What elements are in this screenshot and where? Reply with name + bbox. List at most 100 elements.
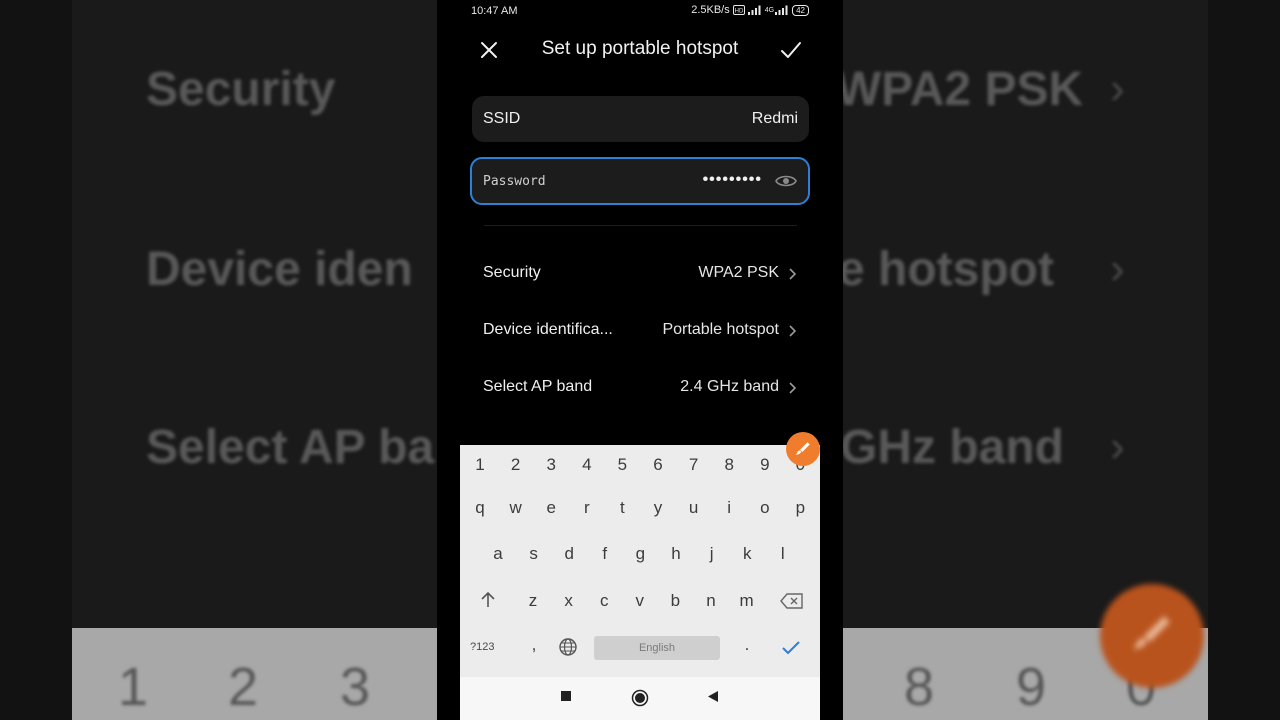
ap-band-value: 2.4 GHz band bbox=[680, 378, 779, 395]
status-time: 10:47 AM bbox=[471, 5, 518, 17]
ap-band-label: Select AP band bbox=[483, 378, 593, 395]
network-type: 4G bbox=[764, 6, 775, 14]
space-bar[interactable]: English bbox=[594, 636, 720, 660]
key-f[interactable]: f bbox=[591, 544, 619, 564]
key-3[interactable]: 3 bbox=[537, 455, 565, 475]
password-field[interactable]: Password ••••••••• bbox=[470, 157, 810, 205]
key-s[interactable]: s bbox=[520, 544, 548, 564]
brush-icon bbox=[796, 442, 810, 455]
key-m[interactable]: m bbox=[733, 591, 761, 611]
shift-arrow-icon[interactable] bbox=[479, 591, 497, 609]
comma-key[interactable]: , bbox=[520, 635, 548, 655]
security-setting-row[interactable]: Security WPA2 PSK bbox=[472, 254, 809, 294]
key-r[interactable]: r bbox=[573, 498, 601, 518]
ssid-label: SSID bbox=[483, 110, 521, 127]
backdrop-device-value: e hotspot bbox=[838, 243, 1054, 296]
enter-check-icon[interactable] bbox=[782, 641, 800, 655]
soft-keyboard: 1234567890qwertyuiopasdfghjklzxcvbnm ?12… bbox=[460, 445, 820, 677]
battery-indicator: 42 bbox=[792, 4, 809, 16]
device-identification-label: Device identifica... bbox=[483, 321, 613, 338]
backdrop-number: 9 bbox=[1016, 657, 1047, 717]
key-q[interactable]: q bbox=[466, 498, 494, 518]
volte-icon: HD bbox=[732, 5, 745, 15]
key-d[interactable]: d bbox=[555, 544, 583, 564]
status-indicators: 2.5KB/s HD 4G 42 bbox=[691, 4, 809, 16]
backspace-icon[interactable] bbox=[780, 593, 804, 609]
backdrop-brush-fab bbox=[1100, 584, 1204, 688]
backdrop-number: 2 bbox=[228, 657, 259, 717]
key-k[interactable]: k bbox=[733, 544, 761, 564]
chevron-right-icon bbox=[789, 382, 796, 394]
key-z[interactable]: z bbox=[519, 591, 547, 611]
home-circle-icon[interactable] bbox=[631, 689, 649, 707]
backdrop-security-label: Security bbox=[146, 63, 336, 116]
key-b[interactable]: b bbox=[661, 591, 689, 611]
key-9[interactable]: 9 bbox=[751, 455, 779, 475]
key-t[interactable]: t bbox=[608, 498, 636, 518]
security-label: Security bbox=[483, 264, 541, 281]
password-value: ••••••••• bbox=[702, 171, 762, 188]
key-1[interactable]: 1 bbox=[466, 455, 494, 475]
key-h[interactable]: h bbox=[662, 544, 690, 564]
backdrop-number: 1 bbox=[118, 657, 149, 717]
key-y[interactable]: y bbox=[644, 498, 672, 518]
key-a[interactable]: a bbox=[484, 544, 512, 564]
backdrop-number: 3 bbox=[340, 657, 371, 717]
key-w[interactable]: w bbox=[502, 498, 530, 518]
key-4[interactable]: 4 bbox=[573, 455, 601, 475]
navigation-bar bbox=[460, 677, 820, 720]
confirm-check-icon[interactable] bbox=[779, 38, 803, 62]
backdrop-chevron-icon: › bbox=[1110, 422, 1125, 471]
key-7[interactable]: 7 bbox=[680, 455, 708, 475]
key-i[interactable]: i bbox=[715, 498, 743, 518]
key-8[interactable]: 8 bbox=[715, 455, 743, 475]
brush-icon bbox=[1134, 616, 1170, 650]
ssid-field[interactable]: SSID Redmi bbox=[472, 96, 809, 142]
chevron-right-icon bbox=[789, 325, 796, 337]
ap-band-row[interactable]: Select AP band 2.4 GHz band bbox=[472, 368, 809, 408]
backdrop-band-label: Select AP ba bbox=[146, 421, 435, 474]
key-c[interactable]: c bbox=[590, 591, 618, 611]
handwriting-brush-button[interactable] bbox=[786, 432, 820, 466]
ssid-value: Redmi bbox=[751, 110, 798, 127]
key-v[interactable]: v bbox=[626, 591, 654, 611]
key-j[interactable]: j bbox=[698, 544, 726, 564]
signal-icon bbox=[775, 5, 788, 15]
svg-text:HD: HD bbox=[734, 9, 743, 15]
signal-icon bbox=[747, 5, 761, 15]
backdrop-edge-right bbox=[1208, 0, 1280, 720]
phone-screen: 10:47 AM 2.5KB/s HD 4G 42 Set up portabl… bbox=[437, 0, 843, 720]
network-speed: 2.5KB/s bbox=[691, 4, 730, 16]
period-key[interactable]: . bbox=[733, 635, 761, 655]
key-6[interactable]: 6 bbox=[644, 455, 672, 475]
backdrop-edge-left bbox=[0, 0, 72, 720]
backdrop-chevron-icon: › bbox=[1110, 244, 1125, 293]
backdrop-chevron-icon: › bbox=[1110, 64, 1125, 113]
symbols-key[interactable]: ?123 bbox=[470, 641, 494, 653]
key-x[interactable]: x bbox=[555, 591, 583, 611]
back-triangle-icon[interactable] bbox=[707, 690, 719, 703]
device-identification-row[interactable]: Device identifica... Portable hotspot bbox=[472, 311, 809, 351]
security-value: WPA2 PSK bbox=[698, 264, 779, 281]
backdrop-number: 8 bbox=[904, 657, 935, 717]
password-label: Password bbox=[483, 174, 546, 189]
key-e[interactable]: e bbox=[537, 498, 565, 518]
status-bar: 10:47 AM 2.5KB/s HD 4G 42 bbox=[437, 0, 843, 22]
recents-square-icon[interactable] bbox=[560, 690, 572, 702]
device-identification-value: Portable hotspot bbox=[662, 321, 779, 338]
section-divider bbox=[484, 225, 797, 226]
key-n[interactable]: n bbox=[697, 591, 725, 611]
globe-icon[interactable] bbox=[558, 637, 578, 657]
key-o[interactable]: o bbox=[751, 498, 779, 518]
key-2[interactable]: 2 bbox=[502, 455, 530, 475]
backdrop-device-label: Device iden bbox=[146, 243, 413, 296]
key-5[interactable]: 5 bbox=[608, 455, 636, 475]
backdrop-band-value: GHz band bbox=[840, 421, 1064, 474]
key-l[interactable]: l bbox=[769, 544, 797, 564]
show-password-eye-icon[interactable] bbox=[775, 172, 797, 190]
key-u[interactable]: u bbox=[680, 498, 708, 518]
app-header: Set up portable hotspot bbox=[437, 30, 843, 70]
key-p[interactable]: p bbox=[786, 498, 814, 518]
key-g[interactable]: g bbox=[626, 544, 654, 564]
chevron-right-icon bbox=[789, 268, 796, 280]
